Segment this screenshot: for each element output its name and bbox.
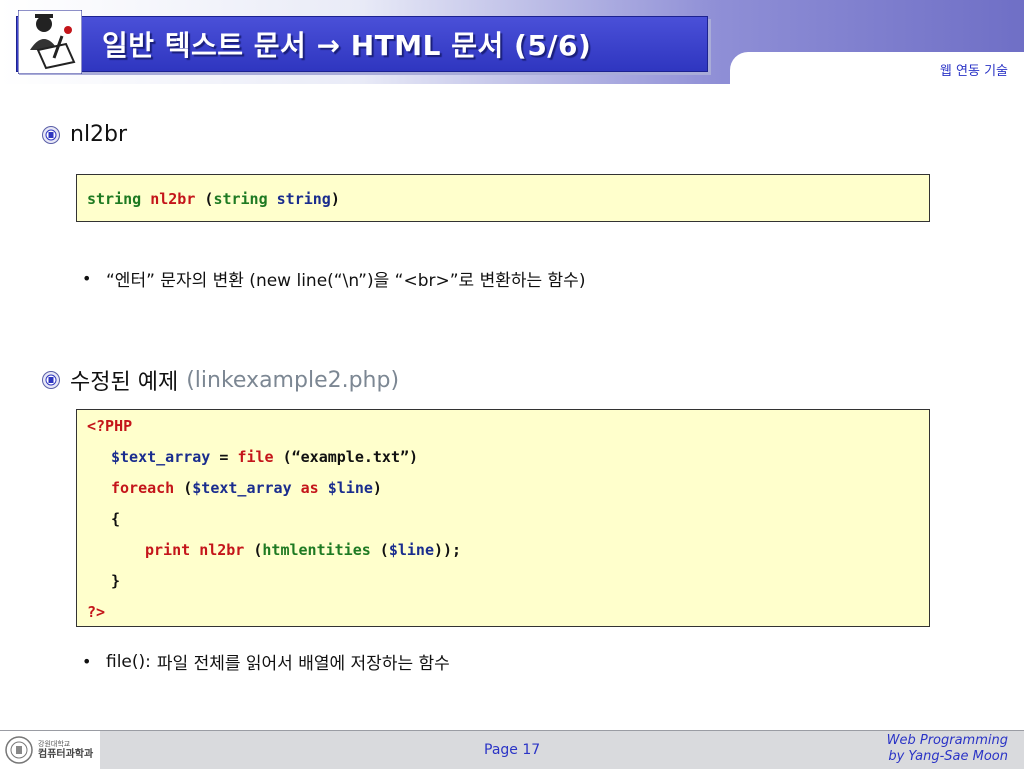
slide-footer: 강원대학교 컴퓨터과학과 Page 17 Web Programming by …	[0, 730, 1024, 769]
section-heading-filename: (linkexample2.php)	[186, 367, 400, 393]
course-label: 웹 연동 기술	[939, 64, 1008, 79]
university-seal-icon	[42, 371, 60, 389]
code-paren: )	[372, 479, 382, 497]
code-paren: (	[244, 541, 263, 559]
slide-header: 일반 텍스트 문서 → HTML 문서 (5/6) 웹 연동 기술	[0, 0, 1024, 84]
bullet-nl2br-desc: • “엔터” 문자의 변환 (new line(“\n”)을 “<br>”로 변…	[82, 266, 585, 291]
section-heading-example: 수정된 예제 (linkexample2.php)	[42, 364, 399, 396]
code-box-signature: string nl2br (string string)	[76, 174, 930, 222]
code-var: $text_array	[111, 448, 211, 466]
code-type: string	[213, 190, 268, 208]
code-type: string	[87, 190, 142, 208]
page-number: Page 17	[484, 742, 541, 758]
code-op: =	[210, 448, 238, 466]
bullet-func-name: file():	[106, 651, 151, 672]
credit-author: by Yang-Sae Moon	[888, 749, 1008, 764]
code-line-php-close: ?>	[87, 603, 106, 621]
code-paren: )	[330, 190, 340, 208]
university-name: 강원대학교 컴퓨터과학과	[38, 740, 93, 761]
code-line-php-open: <?PHP	[87, 417, 133, 435]
code-param: string	[276, 190, 331, 208]
bullet-text: “엔터” 문자의 변환 (new line(“\n”)을 “<br>”로 변환하…	[106, 271, 586, 291]
code-line-file: $text_array = file (“example.txt”)	[111, 447, 418, 467]
code-line-brace-close: }	[111, 572, 121, 590]
code-line-print: print nl2br (htmlentities ($line));	[145, 540, 461, 560]
section-heading-text: 수정된 예제	[70, 370, 179, 395]
bullet-file-desc: • file(): 파일 전체를 읽어서 배열에 저장하는 함수	[82, 649, 450, 675]
code-paren: (	[174, 479, 193, 497]
code-var: $line	[327, 479, 373, 497]
code-line-signature: string nl2br (string string)	[87, 189, 340, 209]
code-box-example: <?PHP $text_array = file (“example.txt”)…	[76, 409, 930, 627]
footer-credit: Web Programming by Yang-Sae Moon	[887, 733, 1008, 765]
slide-title: 일반 텍스트 문서 → HTML 문서 (5/6)	[102, 29, 592, 62]
code-line-foreach: foreach ($text_array as $line)	[111, 478, 382, 498]
code-keyword: as	[291, 479, 328, 497]
university-top: 강원대학교	[38, 739, 71, 748]
credit-course: Web Programming	[886, 733, 1008, 748]
professor-at-desk-icon	[18, 10, 82, 74]
university-seal-icon	[42, 125, 60, 144]
bullet-dot-icon: •	[82, 652, 92, 671]
university-dept: 컴퓨터과학과	[38, 748, 94, 760]
code-paren: (	[370, 541, 389, 559]
code-var: $text_array	[192, 479, 292, 497]
university-emblem-icon	[5, 736, 33, 764]
code-paren: ));	[434, 541, 462, 559]
code-func: file	[237, 448, 274, 466]
code-keyword: foreach	[111, 479, 175, 497]
bullet-dot-icon: •	[82, 269, 92, 288]
code-func: nl2br	[199, 541, 245, 559]
code-func: htmlentities	[262, 541, 371, 559]
bullet-text: 파일 전체를 읽어서 배열에 저장하는 함수	[156, 654, 450, 674]
university-logo: 강원대학교 컴퓨터과학과	[0, 731, 100, 769]
section-heading-text: nl2br	[70, 122, 128, 147]
code-var: $line	[388, 541, 434, 559]
code-func: nl2br	[150, 190, 196, 208]
code-arg: (“example.txt”)	[273, 448, 419, 466]
code-line-brace-open: {	[111, 510, 121, 528]
code-keyword: print	[145, 541, 191, 559]
section-heading-nl2br: nl2br	[42, 122, 127, 147]
